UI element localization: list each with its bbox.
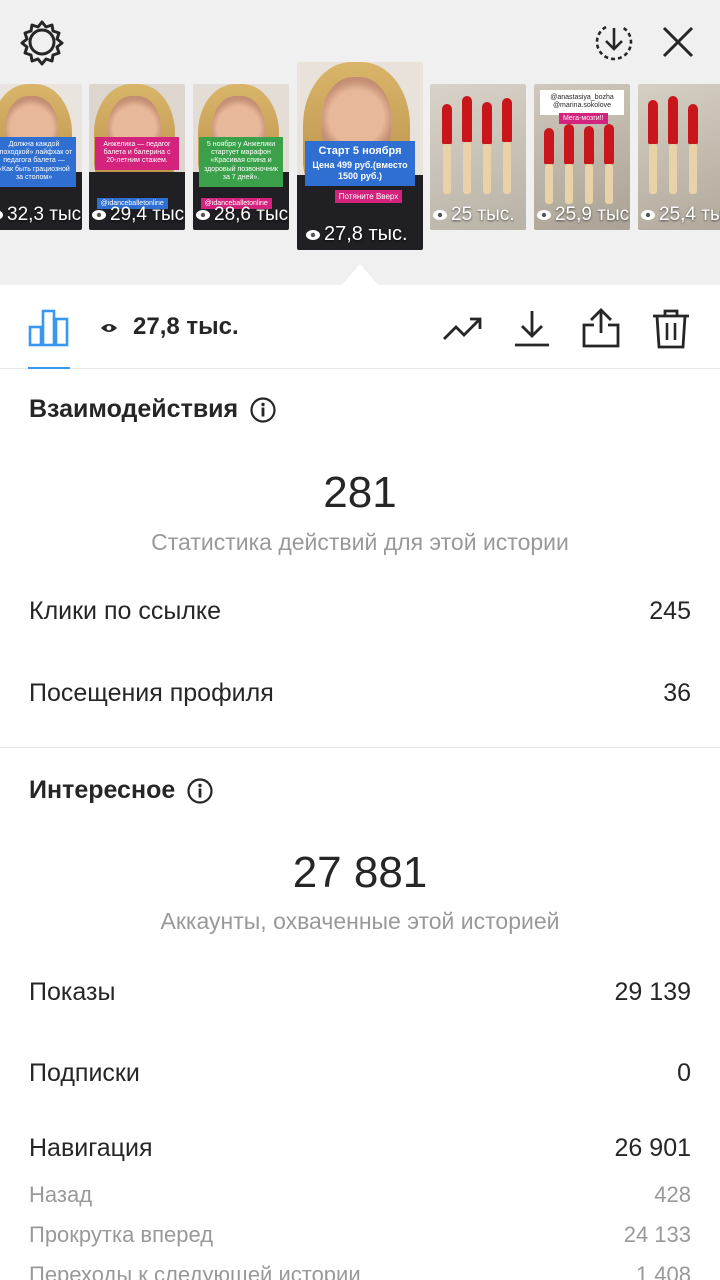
close-icon[interactable] — [656, 20, 700, 64]
info-icon[interactable] — [187, 777, 213, 804]
views-count: 27,8 тыс. — [133, 313, 239, 340]
story-views: 25,4 тыс. — [640, 204, 720, 226]
interactions-total: 281 — [323, 468, 397, 517]
story-views: 25 тыс. — [432, 204, 524, 226]
story-thumbnail[interactable]: Должна каждой «походкой» лайфхак от педа… — [0, 84, 82, 230]
story-caption: Должна каждой «походкой» лайфхак от педа… — [0, 136, 77, 187]
story-thumbnail-active[interactable]: Старт 5 ноября Цена 499 руб.(вместо 1500… — [297, 62, 423, 250]
stories-strip: Должна каждой «походкой» лайфхак от педа… — [0, 0, 720, 285]
eye-icon — [537, 210, 551, 220]
stat-row-back: Назад 428 — [29, 1182, 691, 1207]
eye-icon — [100, 321, 118, 333]
trash-icon[interactable] — [650, 307, 692, 349]
eye-icon — [196, 210, 210, 220]
story-thumbnail[interactable]: @anastasiya_bozha @marina.sokolove Мега-… — [534, 84, 630, 230]
story-thumbnail[interactable]: 25,4 тыс. — [638, 84, 720, 230]
discovery-subtitle: Аккаунты, охваченные этой историей — [160, 908, 560, 934]
stat-row-next-story: Переходы к следующей истории 1 408 — [29, 1262, 691, 1280]
eye-icon — [641, 210, 655, 220]
story-views: 28,6 тыс. — [195, 204, 289, 226]
settings-icon[interactable] — [18, 18, 66, 66]
story-thumbnail[interactable]: 5 ноября у Анжелики стартует марафон «Кр… — [193, 84, 289, 230]
story-cta: Потяните Вверх — [334, 189, 403, 203]
eye-icon — [433, 210, 447, 220]
stat-row-forward: Прокрутка вперед 24 133 — [29, 1222, 691, 1247]
bar-chart-icon[interactable] — [28, 305, 70, 347]
story-views: 29,4 тыс. — [91, 204, 185, 226]
eye-icon — [92, 210, 106, 220]
story-caption: Старт 5 ноября Цена 499 руб.(вместо 1500… — [304, 140, 416, 186]
story-tag: Мега-мозги!! — [558, 113, 608, 125]
interactions-subtitle: Статистика действий для этой истории — [151, 529, 569, 555]
download-icon[interactable] — [511, 307, 553, 349]
stat-row-impressions: Показы 29 139 — [29, 978, 691, 1006]
story-caption: Анжелика — педагог балета и балерина с 2… — [94, 136, 180, 170]
stat-row-link-clicks: Клики по ссылке 245 — [29, 597, 691, 625]
story-thumbnails: Должна каждой «походкой» лайфхак от педа… — [0, 62, 720, 262]
active-story-pointer — [342, 264, 378, 285]
eye-icon — [306, 229, 320, 240]
eye-icon — [0, 210, 3, 220]
story-thumbnail[interactable]: 25 тыс. — [430, 84, 526, 230]
story-views: 27,8 тыс. — [305, 223, 421, 246]
info-icon[interactable] — [250, 396, 276, 423]
story-caption: 5 ноября у Анжелики стартует марафон «Кр… — [198, 136, 284, 187]
story-caption: @anastasiya_bozha @marina.sokolove — [539, 89, 625, 115]
discovery-total: 27 881 — [292, 848, 428, 897]
save-download-icon[interactable] — [590, 18, 638, 66]
story-views: 32,3 тыс. — [0, 204, 82, 226]
stat-row-profile-visits: Посещения профиля 36 — [29, 679, 691, 707]
story-thumbnail[interactable]: Анжелика — педагог балета и балерина с 2… — [89, 84, 185, 230]
stat-row-navigation: Навигация 26 901 — [29, 1134, 691, 1162]
stat-row-follows: Подписки 0 — [29, 1059, 691, 1087]
insights-toolbar: 27,8 тыс. — [0, 285, 720, 369]
trend-icon[interactable] — [442, 307, 484, 349]
story-views: 25,9 тыс. — [536, 204, 630, 226]
interactions-section-title: Взаимодействия — [29, 395, 276, 424]
share-icon[interactable] — [580, 307, 622, 349]
active-tab-indicator — [28, 367, 70, 369]
section-divider — [0, 747, 720, 748]
discovery-section-title: Интересное — [29, 776, 213, 805]
